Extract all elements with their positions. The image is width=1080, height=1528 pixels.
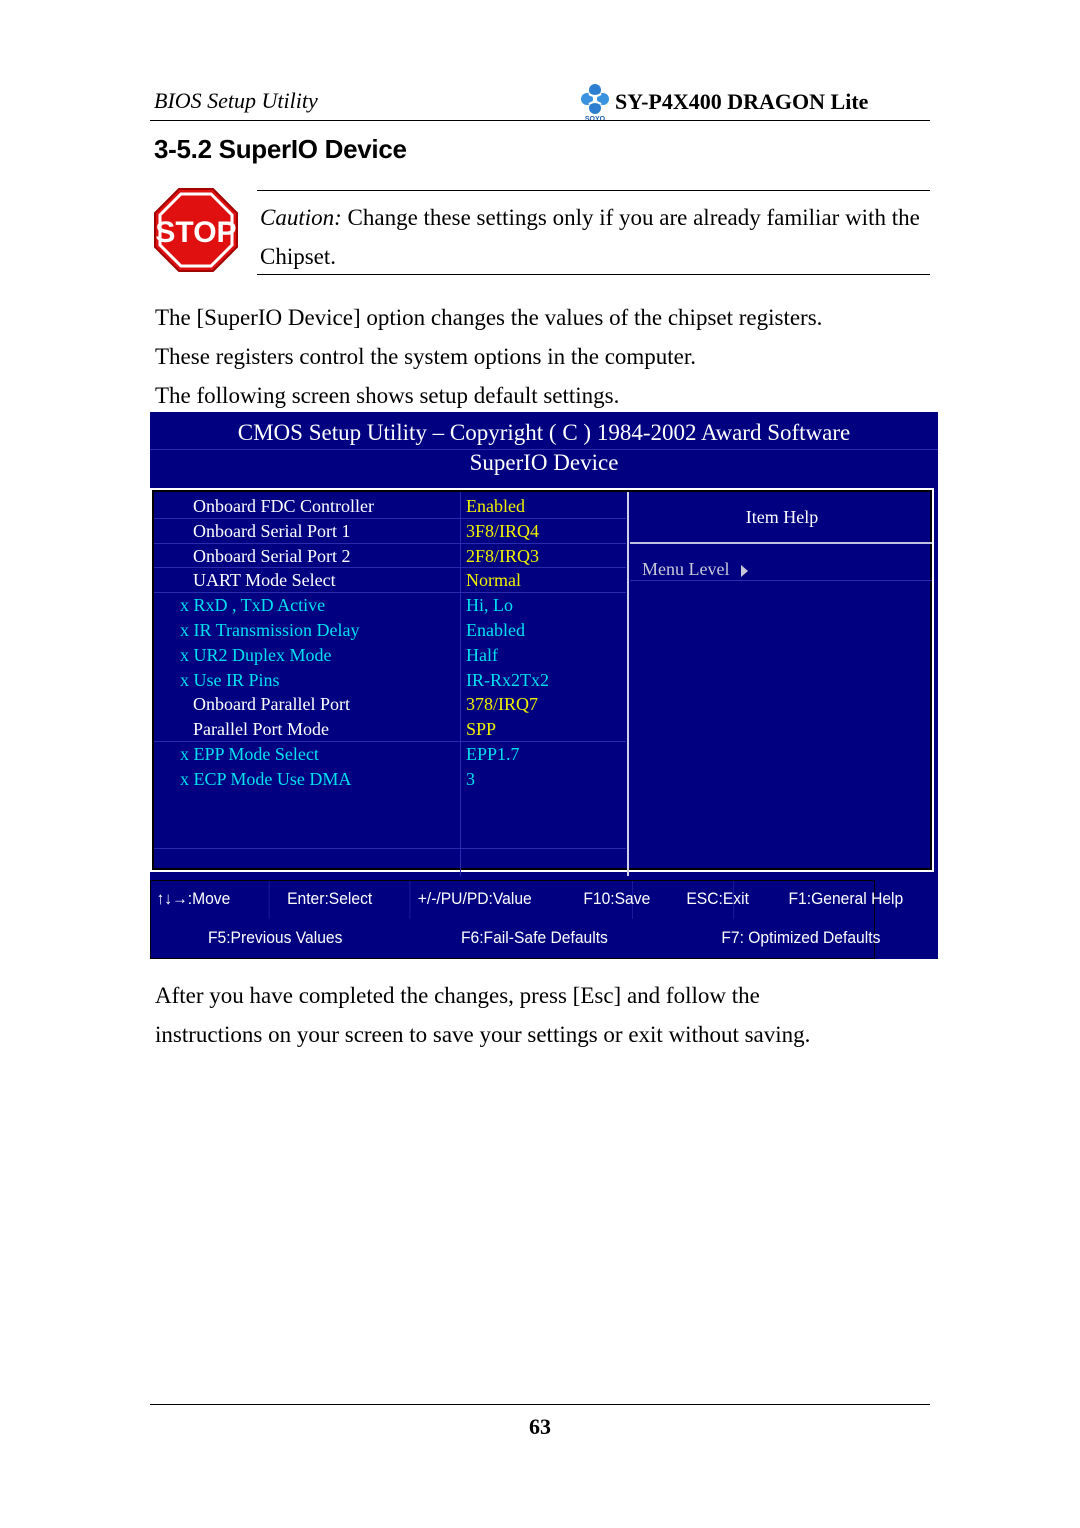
- key-divider: [268, 881, 270, 919]
- setting-label: x EPP Mode Select: [180, 743, 319, 764]
- setting-row[interactable]: Onboard Serial Port 1 3F8/IRQ4: [154, 519, 626, 544]
- key-value[interactable]: +/-/PU/PD:Value: [418, 889, 532, 909]
- stop-sign-text: STOP: [155, 216, 236, 249]
- setting-row-disabled: x ECP Mode Use DMA 3: [154, 767, 626, 792]
- setting-row-disabled: x EPP Mode Select EPP1.7: [154, 742, 626, 767]
- help-column-divider: [627, 492, 629, 876]
- menu-level: Menu Level: [642, 559, 749, 580]
- setting-label: UART Mode Select: [193, 570, 336, 591]
- item-help-divider: [630, 542, 932, 544]
- setting-label: Onboard FDC Controller: [193, 496, 374, 516]
- closing-line: instructions on your screen to save your…: [155, 1022, 811, 1047]
- key-f1-help[interactable]: F1:General Help: [788, 889, 903, 909]
- setting-row[interactable]: Parallel Port Mode SPP: [154, 717, 626, 742]
- setting-label: Onboard Serial Port 1: [193, 520, 351, 541]
- setting-label: Onboard Parallel Port: [193, 694, 350, 715]
- setting-label: x IR Transmission Delay: [180, 619, 360, 640]
- key-enter-select[interactable]: Enter:Select: [287, 889, 372, 909]
- triangle-right-icon: [741, 564, 749, 577]
- setting-value[interactable]: 2F8/IRQ3: [466, 544, 539, 568]
- setting-value[interactable]: 378/IRQ7: [466, 692, 538, 716]
- setting-row-disabled: x UR2 Duplex Mode Half: [154, 643, 626, 668]
- key-f7-optimized[interactable]: F7: Optimized Defaults: [721, 928, 880, 948]
- setting-row[interactable]: Onboard FDC Controller Enabled: [154, 494, 626, 519]
- setting-row-disabled: x IR Transmission Delay Enabled: [154, 618, 626, 643]
- key-divider: [409, 881, 411, 919]
- caution-body: Change these settings only if you are al…: [260, 205, 920, 269]
- setting-label: Onboard Serial Port 2: [193, 545, 351, 566]
- setting-row[interactable]: Onboard Serial Port 2 2F8/IRQ3: [154, 544, 626, 569]
- header-title: BIOS Setup Utility: [154, 88, 318, 113]
- key-esc-exit[interactable]: ESC:Exit: [686, 889, 749, 909]
- setting-value[interactable]: Normal: [466, 568, 521, 592]
- setting-value: Half: [466, 644, 498, 665]
- caution-lead: Caution:: [260, 205, 342, 230]
- setting-row[interactable]: UART Mode Select Normal: [154, 568, 626, 594]
- setting-label: x Use IR Pins: [180, 669, 280, 690]
- stop-sign-icon: STOP: [153, 187, 239, 273]
- page-number: 63: [529, 1414, 551, 1439]
- setting-value: IR-Rx2Tx2: [466, 669, 549, 690]
- setting-row-disabled: x RxD , TxD Active Hi, Lo: [154, 593, 626, 618]
- menu-level-divider: [630, 580, 932, 581]
- setting-row-disabled: x Use IR Pins IR-Rx2Tx2: [154, 668, 626, 693]
- header-brand: SOYO SY-P4X400 DRAGON Lite: [578, 82, 868, 122]
- key-legend: ↑↓→:Move Enter:Select +/-/PU/PD:Value F1…: [150, 880, 903, 959]
- intro-line: The [SuperIO Device] option changes the …: [155, 305, 823, 330]
- soyo-logo-icon: SOYO: [578, 82, 612, 122]
- caution-top-rule: [257, 190, 930, 191]
- intro-line: The following screen shows setup default…: [155, 383, 620, 408]
- setting-label: x ECP Mode Use DMA: [180, 768, 352, 789]
- item-help-title: Item Help: [745, 507, 819, 527]
- setting-label: x RxD , TxD Active: [180, 595, 326, 616]
- setting-value[interactable]: SPP: [466, 717, 496, 741]
- setting-label: x UR2 Duplex Mode: [180, 644, 332, 665]
- closing-line: After you have completed the changes, pr…: [155, 983, 760, 1008]
- list-bottom-divider: [154, 848, 626, 849]
- key-f10-save[interactable]: F10:Save: [583, 889, 650, 909]
- settings-list: Onboard FDC Controller Enabled Onboard S…: [154, 494, 626, 792]
- soyo-logo-text: SOYO: [585, 116, 606, 122]
- bios-subtitle: SuperIO Device: [469, 450, 619, 475]
- setting-value: Hi, Lo: [466, 595, 513, 616]
- setting-value: 3: [466, 768, 475, 789]
- footer-divider: [150, 1404, 930, 1405]
- intro-paragraph: The [SuperIO Device] option changes the …: [155, 298, 935, 415]
- closing-paragraph: After you have completed the changes, pr…: [155, 976, 935, 1054]
- model-name: SY-P4X400 DRAGON Lite: [615, 89, 869, 114]
- setting-label: Parallel Port Mode: [193, 719, 329, 740]
- setting-value[interactable]: 3F8/IRQ4: [466, 519, 539, 543]
- caution-bottom-rule: [257, 274, 930, 275]
- bios-screen: CMOS Setup Utility – Copyright ( C ) 198…: [150, 412, 938, 959]
- header-divider: [150, 120, 930, 121]
- key-f5-previous[interactable]: F5:Previous Values: [208, 928, 342, 948]
- setting-row[interactable]: Onboard Parallel Port 378/IRQ7: [154, 692, 626, 717]
- intro-line: These registers control the system optio…: [155, 344, 697, 369]
- menu-level-label: Menu Level: [642, 559, 730, 579]
- setting-value: EPP1.7: [466, 743, 520, 764]
- caution-note: Caution: Change these settings only if y…: [260, 198, 930, 276]
- setting-value[interactable]: Enabled: [466, 494, 525, 518]
- setting-value: Enabled: [466, 619, 525, 640]
- bios-title: CMOS Setup Utility – Copyright ( C ) 198…: [237, 420, 851, 445]
- section-title: 3-5.2 SuperIO Device: [154, 134, 407, 164]
- key-move[interactable]: ↑↓→:Move: [156, 889, 230, 909]
- key-f6-failsafe[interactable]: F6:Fail-Safe Defaults: [461, 928, 608, 948]
